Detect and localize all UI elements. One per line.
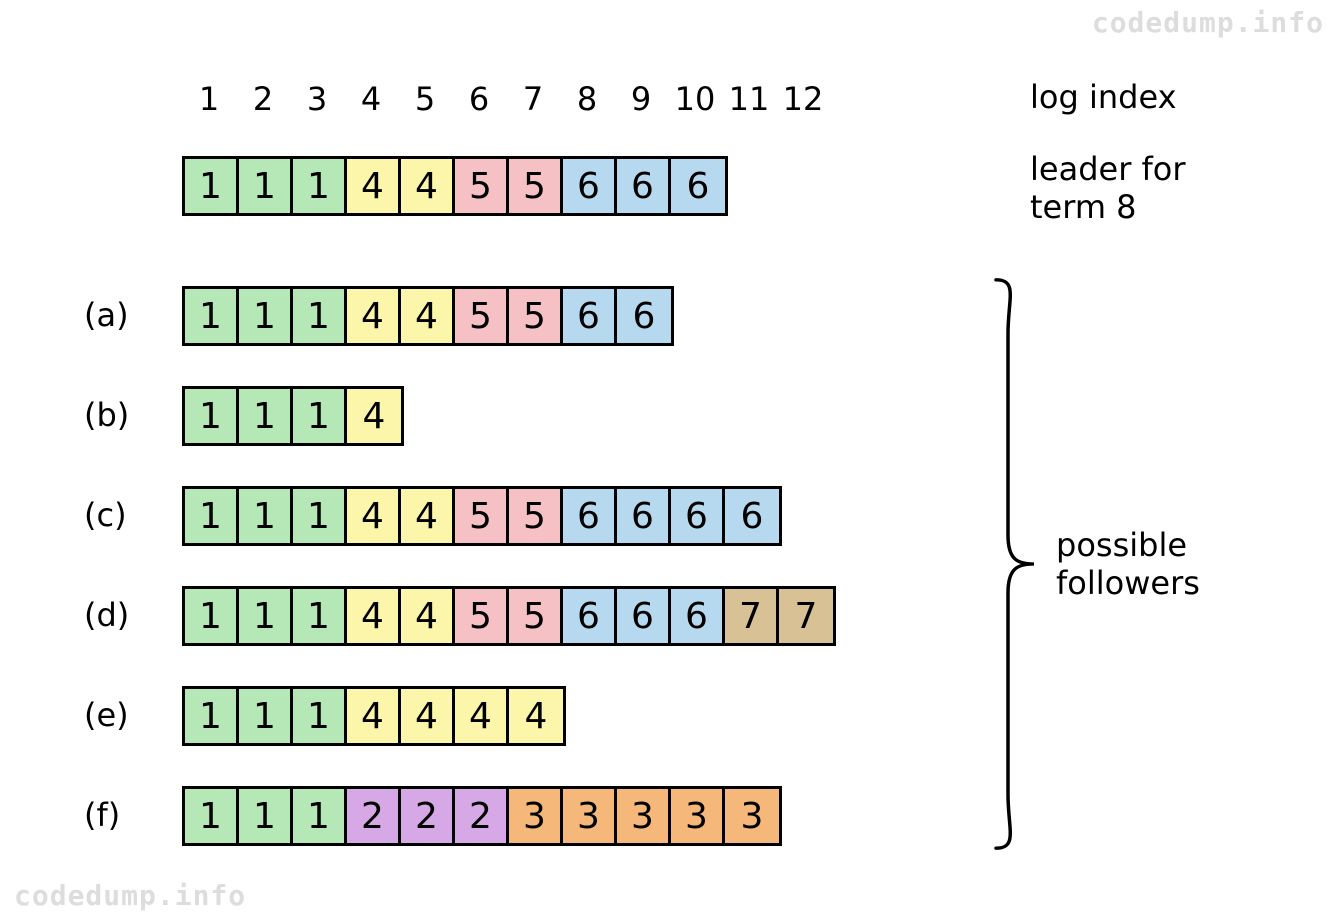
- log-entry-cell: 1: [185, 289, 239, 343]
- log-entry-cell: 1: [185, 589, 239, 643]
- log-entry-cell: 3: [617, 789, 671, 843]
- log-entry-cell: 6: [563, 159, 617, 213]
- log-entry-cell: 7: [779, 589, 833, 643]
- log-entry-cell: 1: [185, 489, 239, 543]
- log-entry-cell: 4: [509, 689, 563, 743]
- log-index-cell: 7: [506, 80, 560, 118]
- log-entry-cell: 3: [509, 789, 563, 843]
- log-entry-cell: 5: [509, 589, 563, 643]
- watermark-top: codedump.info: [1092, 6, 1324, 39]
- log-entry-cell: 3: [563, 789, 617, 843]
- log-entry-cell: 4: [401, 489, 455, 543]
- log-entry-cell: 1: [239, 589, 293, 643]
- log-entry-cell: 1: [293, 589, 347, 643]
- log-entry-cell: 6: [617, 589, 671, 643]
- log-entry-cell: 6: [671, 489, 725, 543]
- log-entry-cell: 6: [671, 159, 725, 213]
- log-entry-cell: 1: [185, 789, 239, 843]
- log-entry-cell: 5: [509, 159, 563, 213]
- log-entry-cell: 1: [239, 289, 293, 343]
- log-entry-cell: 3: [671, 789, 725, 843]
- log-entry-cell: 4: [347, 389, 401, 443]
- log-entry-cell: 6: [617, 489, 671, 543]
- log-entry-cell: 2: [455, 789, 509, 843]
- log-index-cell: 4: [344, 80, 398, 118]
- log-entry-cell: 4: [347, 289, 401, 343]
- log-index-cell: 6: [452, 80, 506, 118]
- log-entry-cell: 4: [455, 689, 509, 743]
- log-entry-cell: 6: [563, 289, 617, 343]
- row-label: (a): [84, 296, 129, 334]
- log-entry-cell: 1: [293, 389, 347, 443]
- log-entry-cell: 1: [239, 689, 293, 743]
- log-entry-cell: 4: [347, 489, 401, 543]
- leader-log-row: 1114455666: [182, 156, 728, 216]
- log-entry-cell: 1: [185, 159, 239, 213]
- log-entry-cell: 6: [563, 489, 617, 543]
- row-label: (f): [84, 796, 120, 834]
- log-entry-cell: 6: [617, 289, 671, 343]
- log-index-cell: 5: [398, 80, 452, 118]
- log-index-cell: 1: [182, 80, 236, 118]
- log-entry-cell: 5: [509, 489, 563, 543]
- followers-label: possible followers: [1056, 526, 1200, 603]
- leader-label: leader for term 8: [1030, 150, 1186, 227]
- log-entry-cell: 5: [509, 289, 563, 343]
- log-entry-cell: 1: [239, 789, 293, 843]
- log-entry-cell: 6: [725, 489, 779, 543]
- log-index-cell: 11: [722, 80, 776, 118]
- log-entry-cell: 1: [293, 489, 347, 543]
- follower-log-row: 111445566: [182, 286, 674, 346]
- log-entry-cell: 4: [347, 689, 401, 743]
- log-entry-cell: 1: [185, 689, 239, 743]
- log-entry-cell: 6: [671, 589, 725, 643]
- log-entry-cell: 1: [293, 289, 347, 343]
- log-index-cell: 12: [776, 80, 830, 118]
- log-entry-cell: 4: [347, 589, 401, 643]
- log-entry-cell: 3: [725, 789, 779, 843]
- log-index-cell: 9: [614, 80, 668, 118]
- log-entry-cell: 6: [563, 589, 617, 643]
- log-entry-cell: 5: [455, 589, 509, 643]
- log-index-header: 123456789101112: [182, 80, 830, 118]
- log-entry-cell: 1: [293, 789, 347, 843]
- log-index-cell: 8: [560, 80, 614, 118]
- log-entry-cell: 4: [347, 159, 401, 213]
- log-entry-cell: 2: [347, 789, 401, 843]
- follower-log-row: 111445566677: [182, 586, 836, 646]
- row-label: (b): [84, 396, 129, 434]
- log-entry-cell: 1: [239, 489, 293, 543]
- log-index-cell: 2: [236, 80, 290, 118]
- log-index-label: log index: [1030, 78, 1177, 116]
- log-entry-cell: 4: [401, 159, 455, 213]
- log-entry-cell: 4: [401, 589, 455, 643]
- follower-log-row: 1114444: [182, 686, 566, 746]
- follower-log-row: 11122233333: [182, 786, 782, 846]
- log-entry-cell: 5: [455, 159, 509, 213]
- log-entry-cell: 1: [239, 389, 293, 443]
- row-label: (e): [84, 696, 129, 734]
- log-entry-cell: 6: [617, 159, 671, 213]
- log-index-cell: 3: [290, 80, 344, 118]
- log-entry-cell: 1: [293, 689, 347, 743]
- watermark-bottom: codedump.info: [14, 879, 246, 912]
- log-index-cell: 10: [668, 80, 722, 118]
- log-entry-cell: 4: [401, 289, 455, 343]
- log-entry-cell: 1: [239, 159, 293, 213]
- log-entry-cell: 1: [185, 389, 239, 443]
- log-entry-cell: 5: [455, 489, 509, 543]
- row-label: (d): [84, 596, 129, 634]
- log-entry-cell: 4: [401, 689, 455, 743]
- log-entry-cell: 5: [455, 289, 509, 343]
- log-entry-cell: 7: [725, 589, 779, 643]
- followers-brace: [990, 276, 1040, 856]
- row-label: (c): [84, 496, 127, 534]
- log-entry-cell: 1: [293, 159, 347, 213]
- follower-log-row: 11144556666: [182, 486, 782, 546]
- follower-log-row: 1114: [182, 386, 404, 446]
- log-entry-cell: 2: [401, 789, 455, 843]
